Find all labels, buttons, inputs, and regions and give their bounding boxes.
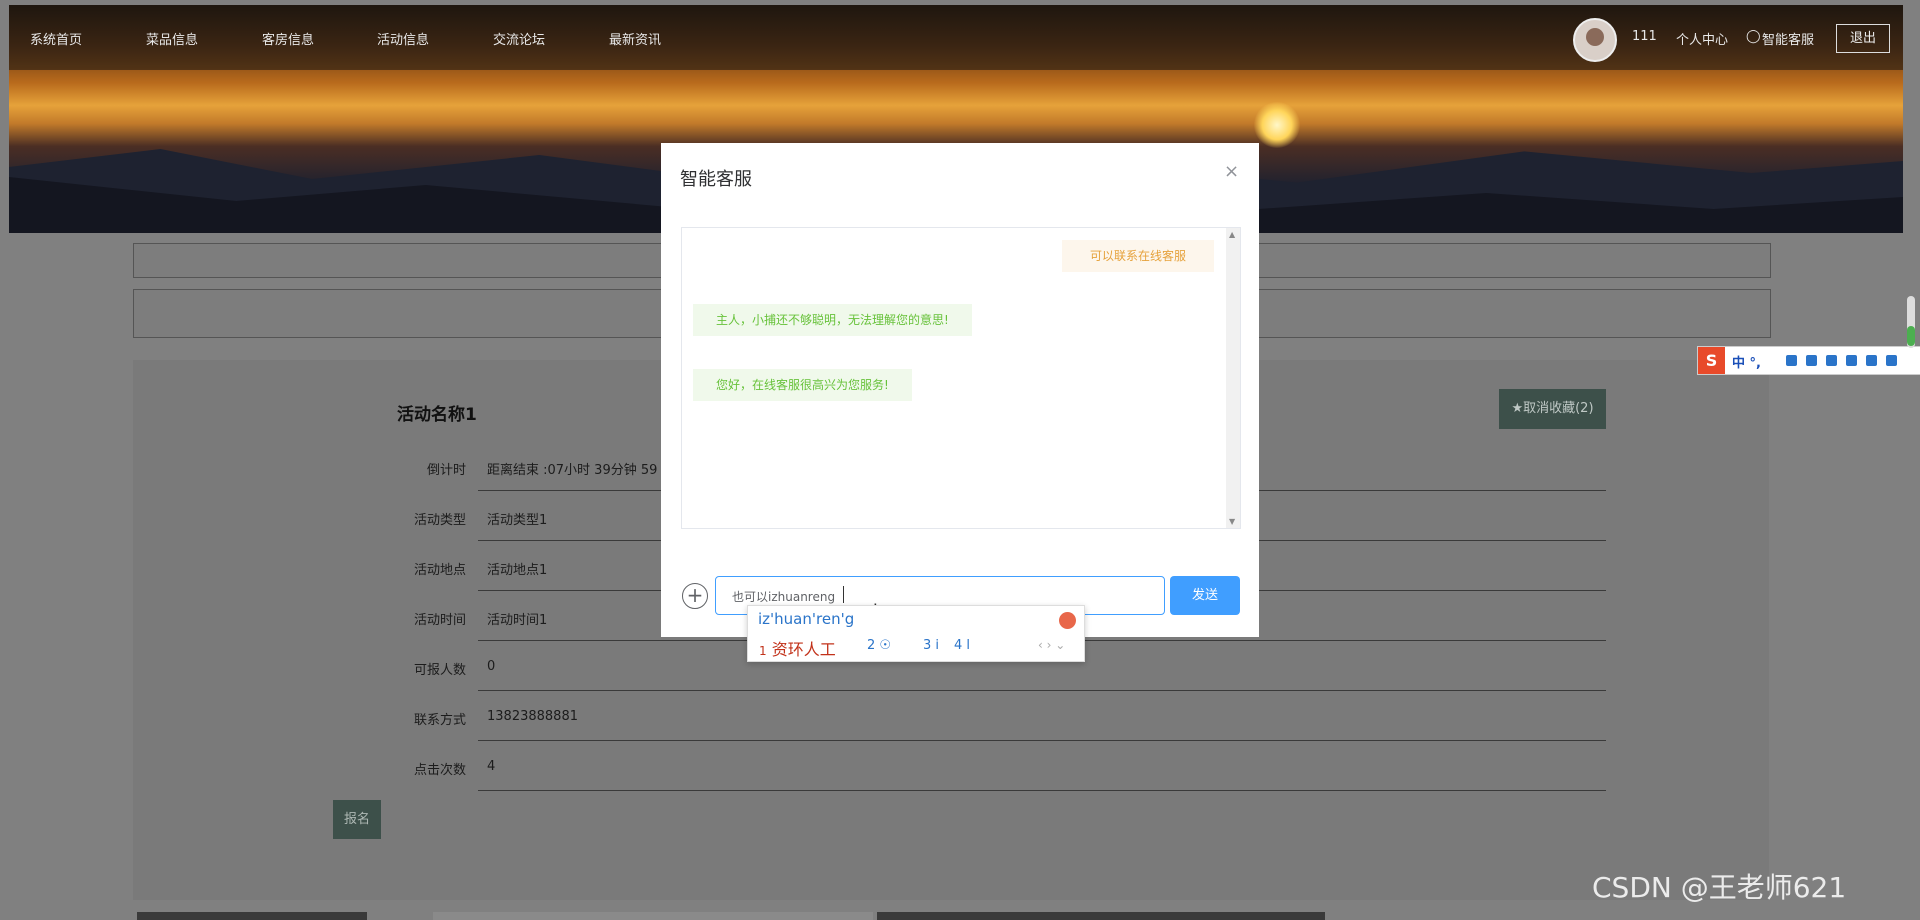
mic-icon[interactable] [1786, 355, 1797, 366]
candidate-text: 资环人工 [771, 640, 836, 659]
ime-logo-icon [1059, 612, 1076, 629]
nav-home[interactable]: 系统首页 [30, 29, 82, 48]
apps-icon[interactable] [1866, 355, 1877, 366]
keyboard-icon[interactable] [1806, 355, 1817, 366]
detail-row: 点击次数 4 [400, 743, 1606, 791]
user-icon: ◯ [1746, 29, 1761, 44]
ime-toolbar: S 中 °, [1697, 346, 1920, 375]
row-label: 点击次数 [413, 763, 466, 778]
sogou-logo-icon[interactable]: S [1698, 347, 1725, 374]
row-value: 活动类型1 [487, 513, 548, 528]
profile-link[interactable]: 个人中心 [1676, 29, 1728, 48]
nav-activities[interactable]: 活动信息 [377, 29, 429, 48]
message-bubble: 主人，小捕还不够聪明，无法理解您的意思! [693, 304, 972, 336]
thumbnail[interactable] [433, 912, 873, 920]
message-bubble: 您好，在线客服很高兴为您服务! [693, 369, 912, 401]
close-icon[interactable]: × [1224, 161, 1239, 182]
nav-news[interactable]: 最新资讯 [609, 29, 661, 48]
service-link[interactable]: 智能客服 [1762, 29, 1814, 48]
ime-pinyin: iz'huan'ren'g [758, 610, 855, 628]
ime-candidate[interactable]: 3 i [923, 638, 939, 653]
row-divider [478, 790, 1606, 791]
chat-dialog: 智能客服 × 可以联系在线客服 主人，小捕还不够聪明，无法理解您的意思! 您好，… [661, 143, 1259, 637]
sun-graphic [1254, 102, 1300, 148]
nav-rooms[interactable]: 客房信息 [262, 29, 314, 48]
ime-candidate[interactable]: 1 资环人工 [759, 636, 836, 660]
scrollbar[interactable]: ▲ ▼ [1226, 228, 1240, 528]
thumbnail[interactable] [137, 912, 367, 920]
row-value: 4 [487, 759, 496, 774]
nav-dishes[interactable]: 菜品信息 [146, 29, 198, 48]
logout-button[interactable]: 退出 [1836, 24, 1890, 53]
input-text: 也可以izhuanreng [732, 590, 836, 604]
signup-button[interactable]: 报名 [333, 800, 381, 839]
activity-title: 活动名称1 [397, 405, 477, 425]
nav-forum[interactable]: 交流论坛 [493, 29, 545, 48]
row-label: 联系方式 [413, 713, 466, 728]
row-label: 活动类型 [413, 513, 466, 528]
settings-icon[interactable] [1886, 355, 1897, 366]
watermark: CSDN @王老师621 [1592, 871, 1847, 904]
row-label: 活动地点 [413, 563, 466, 578]
text-caret [843, 586, 844, 603]
ime-candidate-popup: iz'huan'ren'g 1 资环人工 2 ☉ 3 i 4 l ‹ › ⌄ [747, 605, 1085, 662]
row-label: 倒计时 [426, 463, 466, 478]
row-value: 距离结束 :07小时 39分钟 59 [487, 463, 658, 478]
row-value: 13823888881 [487, 709, 578, 724]
chat-history[interactable]: 可以联系在线客服 主人，小捕还不够聪明，无法理解您的意思! 您好，在线客服很高兴… [681, 227, 1241, 529]
add-icon[interactable]: + [682, 583, 708, 609]
row-value: 0 [487, 659, 496, 674]
eye-icon: ☉ [879, 638, 892, 653]
row-divider [478, 740, 1606, 741]
scroll-up-icon[interactable]: ▲ [1229, 230, 1235, 239]
row-value: 活动地点1 [487, 563, 548, 578]
candidate-number: 1 [759, 644, 767, 658]
game-icon[interactable] [1846, 355, 1857, 366]
row-value: 活动时间1 [487, 613, 548, 628]
detail-row: 联系方式 13823888881 [400, 693, 1606, 741]
favorite-button[interactable]: ★取消收藏(2) [1499, 389, 1606, 429]
ime-candidate[interactable]: 4 l [954, 638, 970, 653]
scroll-down-icon[interactable]: ▼ [1229, 517, 1235, 526]
ime-page-nav-icon[interactable]: ‹ › ⌄ [1038, 638, 1065, 652]
message-bubble: 可以联系在线客服 [1062, 240, 1214, 272]
ime-candidate[interactable]: 2 ☉ [867, 638, 891, 653]
row-divider [478, 690, 1606, 691]
page-scrollbar[interactable] [1907, 296, 1915, 348]
ime-mode-label[interactable]: 中 °, [1732, 352, 1761, 371]
username: 111 [1632, 29, 1657, 44]
row-label: 可报人数 [413, 663, 466, 678]
row-label: 活动时间 [413, 613, 466, 628]
thumbnail[interactable] [877, 912, 1325, 920]
dialog-title: 智能客服 [680, 169, 752, 190]
send-button[interactable]: 发送 [1170, 576, 1240, 615]
candidate-number: 2 [867, 638, 876, 653]
skin-icon[interactable] [1826, 355, 1837, 366]
avatar[interactable] [1573, 18, 1617, 62]
